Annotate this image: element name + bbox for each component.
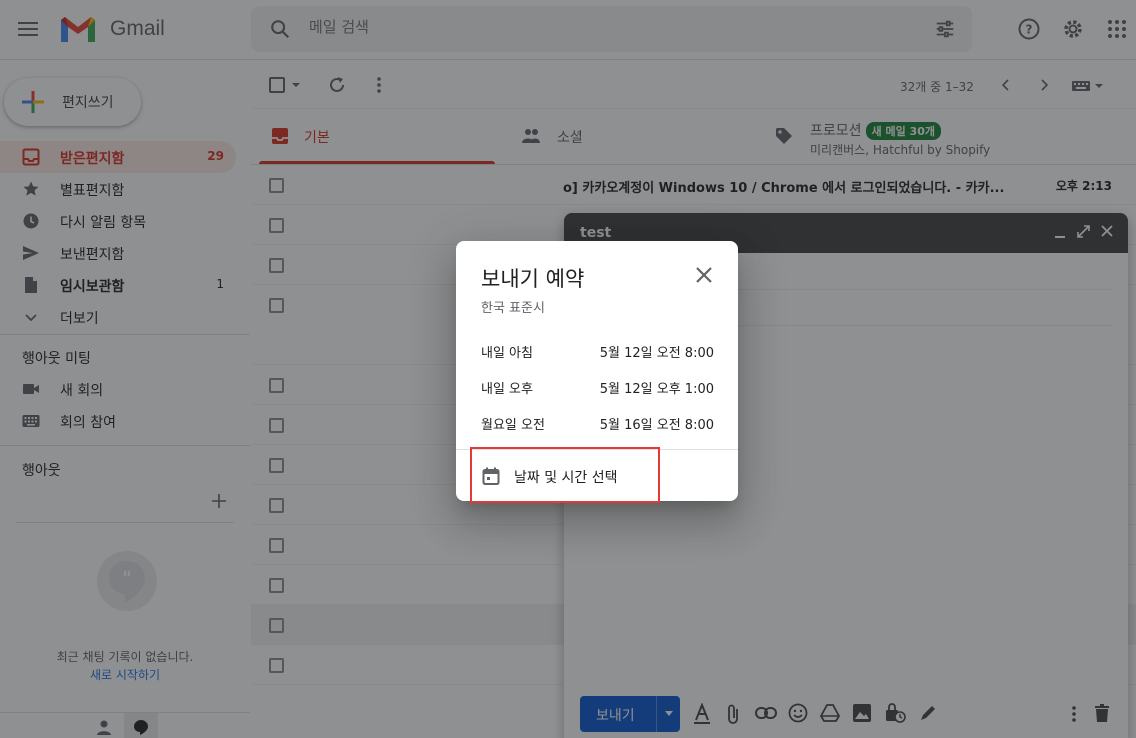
option-datetime: 5월 12일 오후 1:00 xyxy=(599,382,714,397)
calendar-icon xyxy=(482,467,500,485)
dialog-title: 보내기 예약 xyxy=(481,267,585,291)
option-label: 내일 오후 xyxy=(481,382,533,397)
option-label: 월요일 오전 xyxy=(481,418,545,433)
schedule-option-monday-morning[interactable]: 월요일 오전 5월 16일 오전 8:00 xyxy=(456,404,738,440)
schedule-send-dialog: 보내기 예약 한국 표준시 내일 아침 5월 12일 오전 8:00 내일 오후… xyxy=(456,241,738,503)
gmail-app: Gmail ? 편지쓰기 받은편지함 29 별표편지함 xyxy=(0,0,1136,738)
timezone-label: 한국 표준시 xyxy=(481,301,545,316)
pick-date-time-button[interactable]: 날짜 및 시간 선택 xyxy=(470,447,660,503)
option-datetime: 5월 12일 오전 8:00 xyxy=(599,346,714,361)
close-icon[interactable] xyxy=(692,263,716,287)
option-datetime: 5월 16일 오전 8:00 xyxy=(599,418,714,433)
option-label: 내일 아침 xyxy=(481,346,533,361)
schedule-option-tomorrow-morning[interactable]: 내일 아침 5월 12일 오전 8:00 xyxy=(456,332,738,368)
schedule-option-tomorrow-afternoon[interactable]: 내일 오후 5월 12일 오후 1:00 xyxy=(456,368,738,404)
pick-date-time-label: 날짜 및 시간 선택 xyxy=(514,470,618,486)
